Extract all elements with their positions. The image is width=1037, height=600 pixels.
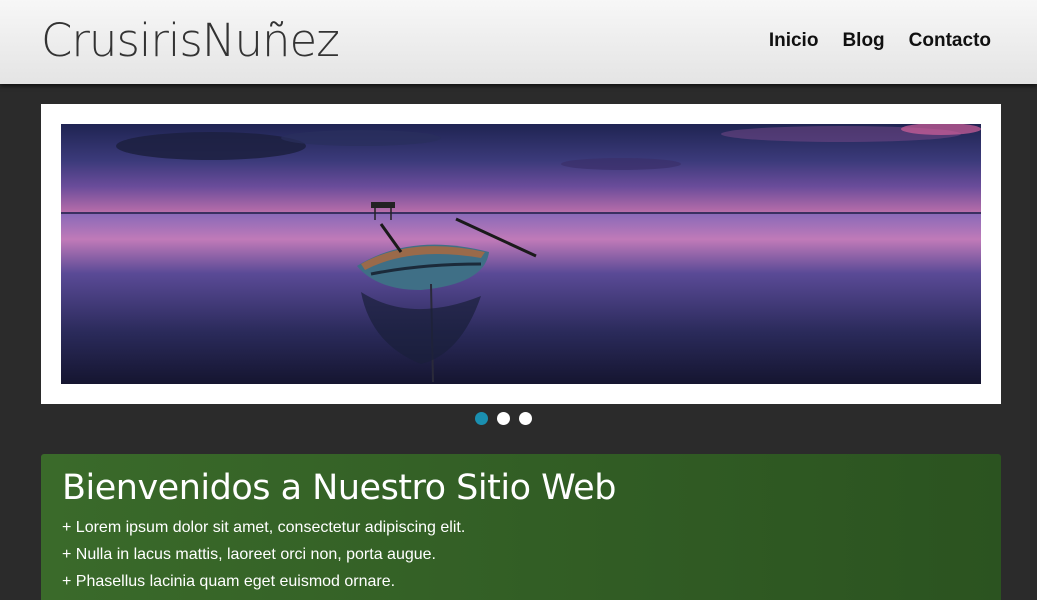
sunset-lake-boat-image bbox=[61, 124, 981, 384]
welcome-panel: Bienvenidos a Nuestro Sitio Web + Lorem … bbox=[41, 454, 1001, 600]
nav-link-contacto[interactable]: Contacto bbox=[909, 30, 991, 52]
welcome-list: + Lorem ipsum dolor sit amet, consectetu… bbox=[62, 514, 980, 595]
welcome-list-item: + Nulla in lacus mattis, laoreet orci no… bbox=[62, 546, 436, 563]
nav-link-inicio[interactable]: Inicio bbox=[769, 30, 819, 52]
nav-link-blog[interactable]: Blog bbox=[842, 30, 884, 52]
slider-dot-3[interactable] bbox=[519, 412, 532, 425]
slider-dot-1[interactable] bbox=[475, 412, 488, 425]
main-nav: Inicio Blog Contacto bbox=[769, 30, 991, 52]
site-header: CrusirisNuñez Inicio Blog Contacto bbox=[0, 0, 1037, 84]
hero-slider bbox=[41, 104, 1001, 404]
welcome-title: Bienvenidos a Nuestro Sitio Web bbox=[62, 468, 616, 508]
welcome-list-item: + Phasellus lacinia quam eget euismod or… bbox=[62, 573, 396, 590]
slider-dots bbox=[475, 412, 532, 425]
slide-image bbox=[61, 124, 981, 384]
welcome-list-item: + Lorem ipsum dolor sit amet, consectetu… bbox=[62, 519, 466, 536]
site-logo[interactable]: CrusirisNuñez bbox=[41, 14, 340, 67]
slider-dot-2[interactable] bbox=[497, 412, 510, 425]
